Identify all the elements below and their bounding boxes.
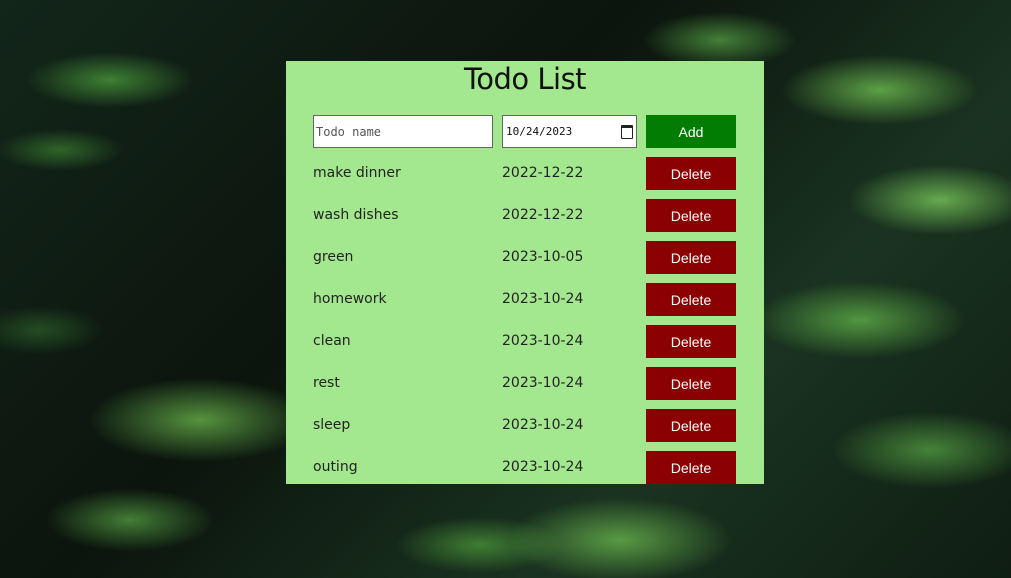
calendar-icon[interactable] — [621, 124, 633, 139]
page-title: Todo List — [463, 62, 587, 96]
delete-button[interactable]: Delete — [646, 199, 736, 232]
todo-name: outing — [313, 459, 358, 475]
todo-name: make dinner — [313, 165, 401, 181]
delete-button[interactable]: Delete — [646, 325, 736, 358]
todo-row: outing 2023-10-24 Delete — [313, 451, 737, 484]
todo-date: 2022-12-22 — [502, 165, 584, 181]
todo-date: 2022-12-22 — [502, 207, 584, 223]
todo-date: 2023-10-24 — [502, 291, 584, 307]
todo-name-input[interactable] — [313, 115, 493, 148]
todo-row: rest 2023-10-24 Delete — [313, 367, 737, 409]
todo-row: wash dishes 2022-12-22 Delete — [313, 199, 737, 241]
todo-name: wash dishes — [313, 207, 399, 223]
todo-date: 2023-10-24 — [502, 375, 584, 391]
todo-row: clean 2023-10-24 Delete — [313, 325, 737, 367]
todo-row: sleep 2023-10-24 Delete — [313, 409, 737, 451]
delete-button[interactable]: Delete — [646, 241, 736, 274]
todo-name: homework — [313, 291, 387, 307]
todo-name: sleep — [313, 417, 351, 433]
delete-button[interactable]: Delete — [646, 367, 736, 400]
todo-date-input[interactable]: 10/24/2023 — [502, 115, 637, 148]
todo-row: make dinner 2022-12-22 Delete — [313, 157, 737, 199]
todo-date: 2023-10-24 — [502, 459, 584, 475]
delete-button[interactable]: Delete — [646, 451, 736, 484]
date-value: 10/24/2023 — [506, 125, 573, 138]
delete-button[interactable]: Delete — [646, 157, 736, 190]
todo-row: homework 2023-10-24 Delete — [313, 283, 737, 325]
delete-button[interactable]: Delete — [646, 409, 736, 442]
todo-date: 2023-10-05 — [502, 249, 584, 265]
todo-card: Todo List 10/24/2023 Add make dinner 202… — [286, 61, 764, 484]
add-todo-form: 10/24/2023 Add — [313, 115, 737, 148]
todo-list: make dinner 2022-12-22 Delete wash dishe… — [313, 157, 737, 484]
todo-name: rest — [313, 375, 340, 391]
todo-date: 2023-10-24 — [502, 417, 584, 433]
delete-button[interactable]: Delete — [646, 283, 736, 316]
todo-name: green — [313, 249, 354, 265]
add-button[interactable]: Add — [646, 115, 736, 148]
todo-name: clean — [313, 333, 351, 349]
todo-row: green 2023-10-05 Delete — [313, 241, 737, 283]
todo-date: 2023-10-24 — [502, 333, 584, 349]
